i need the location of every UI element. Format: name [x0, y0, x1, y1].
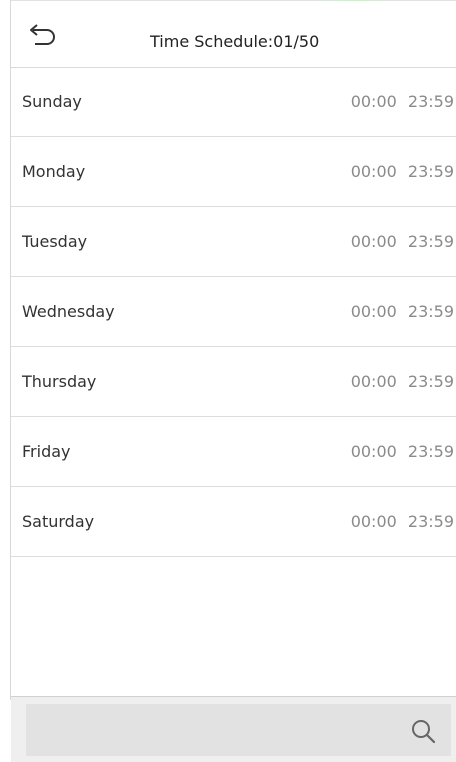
page-title: Time Schedule:01/50	[150, 32, 320, 51]
day-label: Tuesday	[22, 232, 88, 251]
day-label: Friday	[22, 442, 71, 461]
day-label: Wednesday	[22, 302, 115, 321]
day-label: Monday	[22, 162, 86, 181]
schedule-row-tuesday[interactable]: Tuesday 00:00 23:59	[11, 207, 456, 277]
schedule-row-saturday[interactable]: Saturday 00:00 23:59	[11, 487, 456, 557]
undo-arrow-icon	[30, 24, 55, 45]
time-schedule-screen: Time Schedule:01/50 Sunday 00:00 23:59 M…	[0, 0, 456, 762]
time-range: 00:00 23:59	[350, 232, 454, 251]
schedule-list: Sunday 00:00 23:59 Monday 00:00 23:59 Tu…	[11, 67, 456, 557]
time-range: 00:00 23:59	[350, 302, 454, 321]
day-label: Saturday	[22, 512, 95, 531]
time-range: 00:00 23:59	[350, 162, 454, 181]
search-input[interactable]	[26, 704, 451, 756]
day-label: Sunday	[22, 92, 82, 111]
back-button[interactable]	[25, 23, 59, 49]
time-range: 00:00 23:59	[350, 92, 454, 111]
header-bar: Time Schedule:01/50	[11, 1, 456, 68]
search-bar	[11, 696, 456, 762]
search-icon	[412, 720, 436, 744]
schedule-row-monday[interactable]: Monday 00:00 23:59	[11, 137, 456, 207]
time-range: 00:00 23:59	[350, 442, 454, 461]
day-label: Thursday	[22, 372, 97, 391]
schedule-row-thursday[interactable]: Thursday 00:00 23:59	[11, 347, 456, 417]
time-range: 00:00 23:59	[350, 512, 454, 531]
schedule-row-friday[interactable]: Friday 00:00 23:59	[11, 417, 456, 487]
search-button[interactable]	[409, 717, 439, 747]
time-range: 00:00 23:59	[350, 372, 454, 391]
schedule-row-wednesday[interactable]: Wednesday 00:00 23:59	[11, 277, 456, 347]
schedule-row-sunday[interactable]: Sunday 00:00 23:59	[11, 67, 456, 137]
